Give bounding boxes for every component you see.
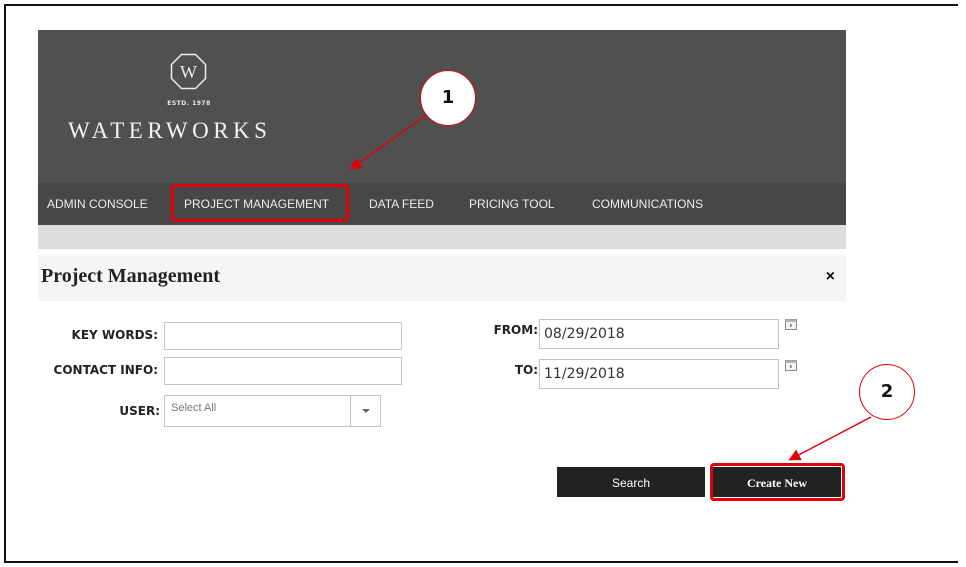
- arrow-to-project-management: [349, 112, 430, 170]
- annotation-arrows: [349, 112, 872, 461]
- step-1-callout: 1: [420, 70, 476, 126]
- step-2-callout: 2: [859, 364, 915, 420]
- arrow-to-create-new: [788, 416, 872, 461]
